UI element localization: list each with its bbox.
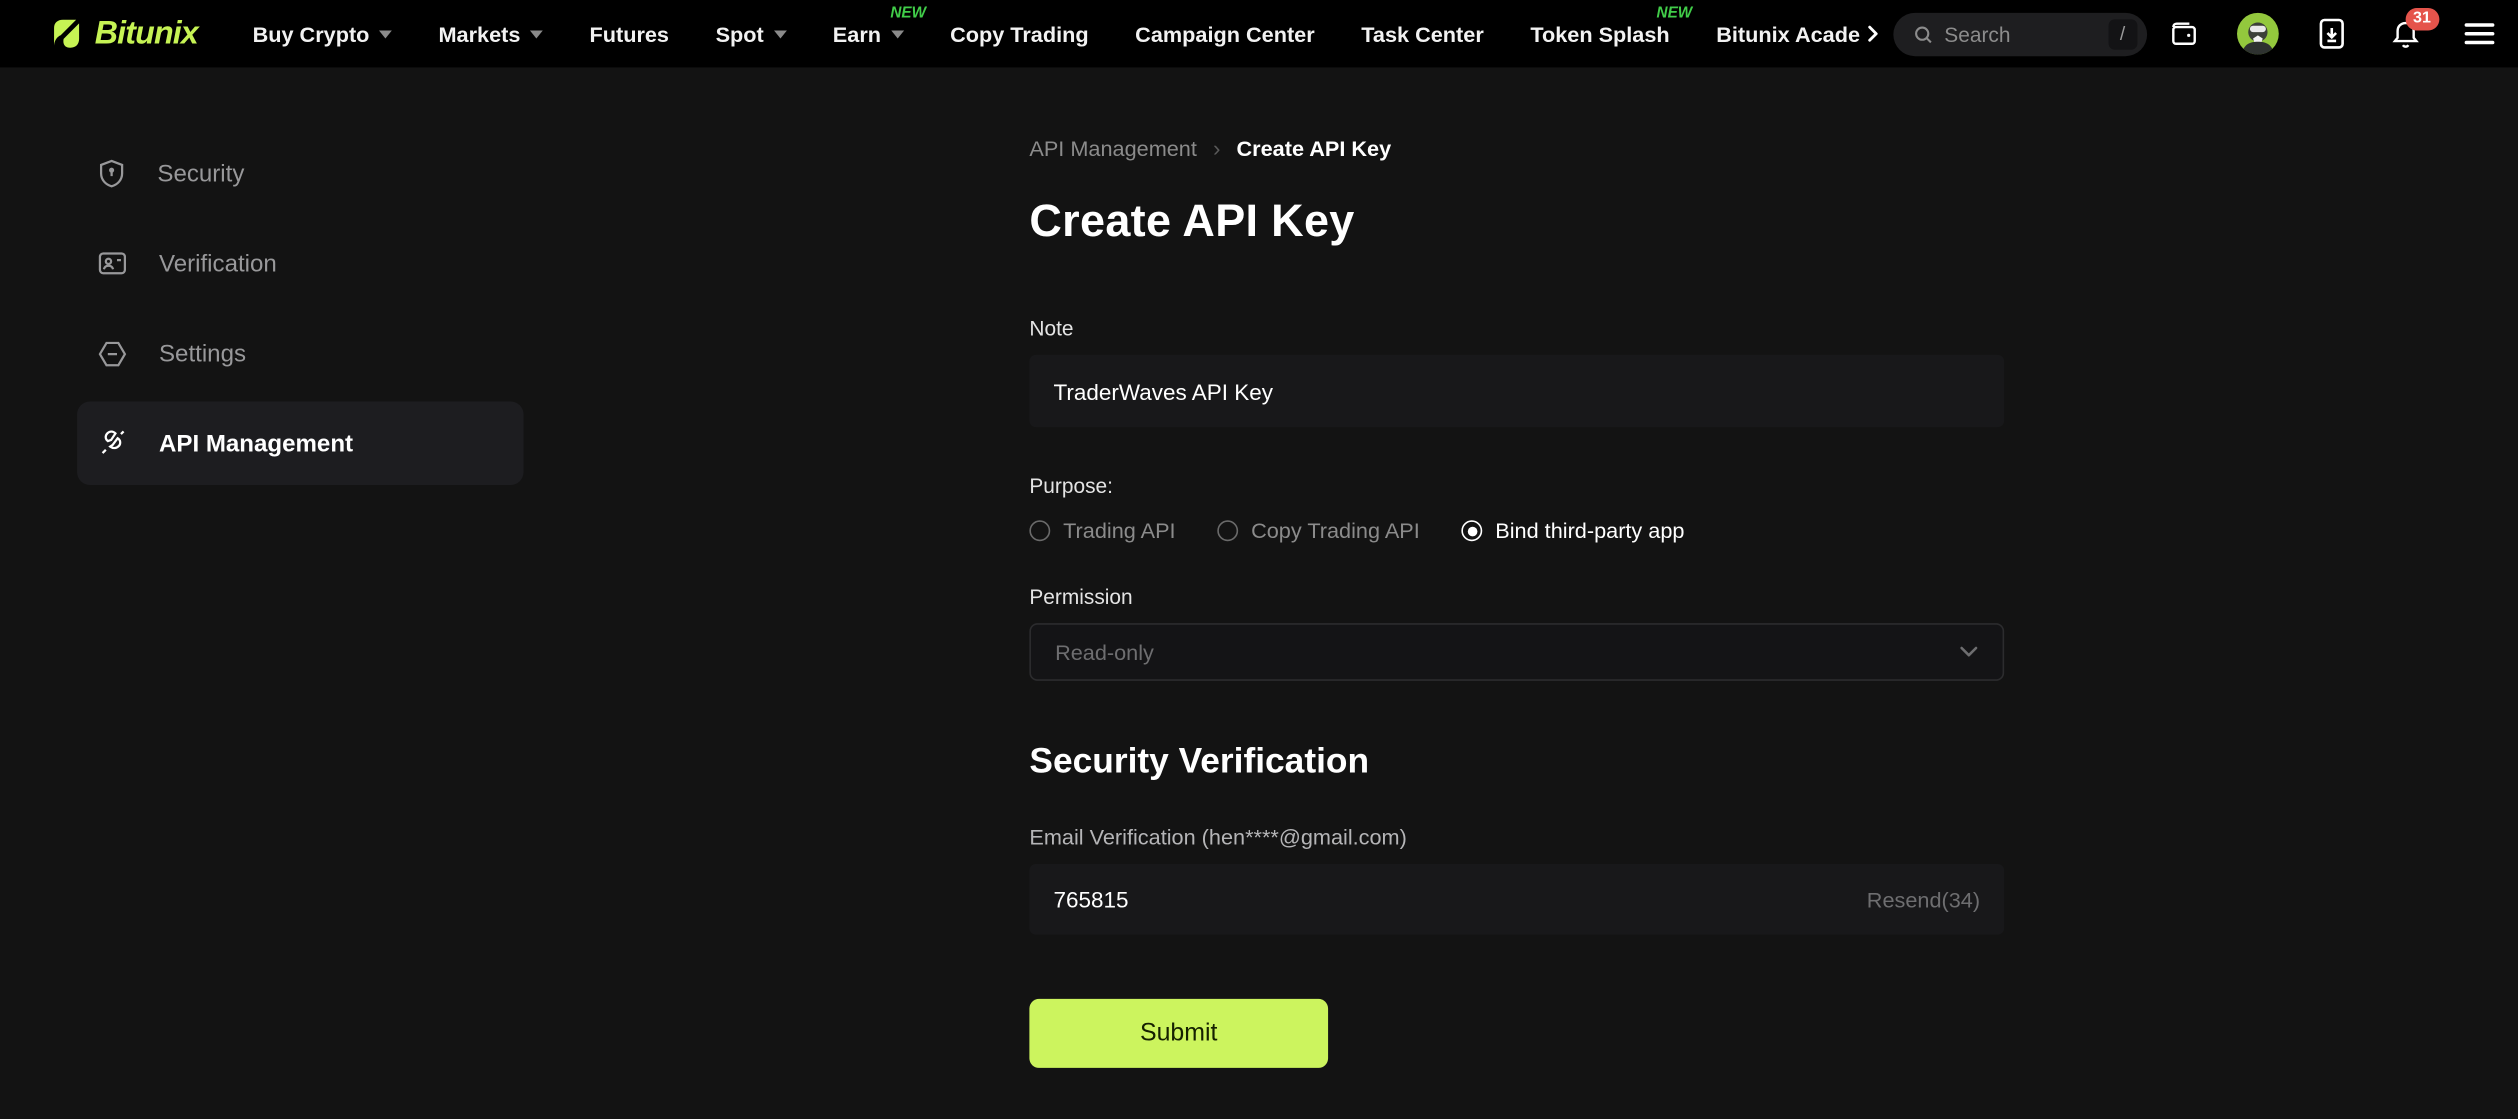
wallet-button[interactable] [2147,18,2221,50]
account-sidebar: Security Verification Settings API Manag… [77,67,524,1119]
main-nav: Buy Crypto Markets Futures Spot Earn NEW… [253,4,1861,46]
chevron-down-icon [773,29,787,38]
nav-copy-trading[interactable]: Copy Trading [950,22,1089,46]
nav-buy-crypto[interactable]: Buy Crypto [253,22,392,46]
breadcrumb: API Management › Create API Key [1029,135,2004,161]
settings-hexagon-icon [98,341,127,366]
navbar-right: / [1861,8,2516,56]
sidebar-item-label: Security [157,159,245,188]
hamburger-menu-icon [2464,23,2494,45]
breadcrumb-current: Create API Key [1236,135,1392,160]
sidebar-item-label: API Management [158,429,354,457]
nav-campaign-center[interactable]: Campaign Center [1135,22,1315,46]
radio-bind-third-party-app[interactable]: Bind third-party app [1461,518,1685,543]
sidebar-item-verification[interactable]: Verification [77,222,523,306]
breadcrumb-api-management[interactable]: API Management [1029,136,1197,160]
new-badge: NEW [1656,4,1693,22]
shield-icon [99,159,124,188]
nav-markets[interactable]: Markets [438,22,543,46]
email-verification-label: Email Verification (hen****@gmail.com) [1029,825,1407,850]
account-avatar[interactable] [2221,12,2295,55]
nav-scroll-right-icon[interactable] [1861,22,1883,44]
radio-trading-api[interactable]: Trading API [1029,518,1176,543]
nav-spot[interactable]: Spot [716,22,787,46]
nav-futures[interactable]: Futures [589,22,669,46]
sidebar-item-label: Verification [158,249,277,278]
bitunix-logo-icon [54,19,80,48]
search-shortcut-key: / [2108,18,2138,49]
purpose-label: Purpose: [1029,473,1113,498]
purpose-options: Trading API Copy Trading API Bind third-… [1029,519,2004,543]
radio-copy-trading-api[interactable]: Copy Trading API [1217,518,1420,543]
page-body: Security Verification Settings API Manag… [0,67,2518,1119]
wallet-icon [2171,22,2196,45]
nav-token-splash[interactable]: Token Splash NEW [1530,4,1692,46]
note-label: Note [1029,316,1074,341]
permission-label: Permission [1029,584,1133,609]
verification-code-field: Resend(34) [1029,863,2005,935]
verification-code-input[interactable] [1053,886,1867,913]
radio-circle-icon [1029,520,1051,542]
chevron-down-icon [379,29,392,38]
app-download-button[interactable] [2294,18,2368,50]
sidebar-item-security[interactable]: Security [77,132,523,216]
avatar-person-icon [2241,22,2274,55]
create-api-key-panel: API Management › Create API Key Create A… [1029,67,2005,1119]
radio-selected-icon [1461,520,1483,542]
permission-select[interactable]: Read-only [1029,623,2005,681]
nav-task-center[interactable]: Task Center [1361,22,1484,46]
bitunix-logo[interactable]: Bitunix [48,15,199,52]
search-bar[interactable]: / [1892,12,2147,56]
radio-circle-icon [1217,520,1239,542]
chevron-down-icon [1960,646,1978,657]
sidebar-item-label: Settings [158,339,247,367]
chevron-down-icon [530,29,543,38]
radio-label: Trading API [1063,518,1176,543]
permission-selected-value: Read-only [1055,639,1154,665]
notification-count-badge: 31 [2404,8,2439,31]
menu-button[interactable] [2442,21,2516,47]
breadcrumb-separator-icon: › [1212,134,1221,161]
notifications-button[interactable]: 31 [2368,8,2442,50]
bitunix-wordmark: Bitunix [94,15,199,51]
sidebar-item-settings[interactable]: Settings [77,312,523,396]
api-plug-icon [101,430,125,454]
resend-countdown-button[interactable]: Resend(34) [1867,887,1980,911]
avatar [2236,12,2279,55]
nav-bitunix-academy[interactable]: Bitunix Academy [1716,22,1861,46]
radio-label: Bind third-party app [1495,518,1685,543]
submit-button[interactable]: Submit [1029,998,1329,1068]
new-badge: NEW [890,4,926,22]
security-verification-heading: Security Verification [1029,740,1370,781]
note-input[interactable] [1029,354,2005,428]
search-input[interactable] [1944,21,2097,46]
nav-earn[interactable]: Earn NEW [833,4,926,46]
top-navbar: Bitunix Buy Crypto Markets Futures Spot … [0,0,2518,68]
app-download-icon [2319,18,2344,49]
search-icon [1914,25,1932,43]
radio-label: Copy Trading API [1251,518,1420,543]
page-title: Create API Key [1029,195,1355,246]
sidebar-item-api-management[interactable]: API Management [77,401,524,485]
chevron-down-icon [890,29,904,38]
id-card-icon [98,252,127,275]
